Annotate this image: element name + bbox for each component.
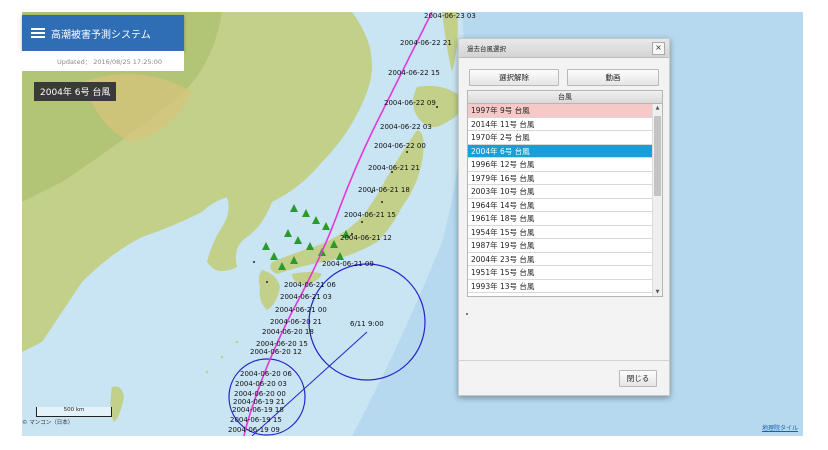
scroll-up-icon[interactable]: ▲	[653, 104, 662, 112]
map-view[interactable]: 2004-06-23 03 2004-06-22 21 2004-06-22 15 2…	[22, 12, 803, 436]
storm-label: 2004年 6号 台風	[34, 82, 117, 101]
island	[205, 370, 209, 374]
track-label: 2004-06-19 18	[232, 406, 284, 414]
dialog-titlebar[interactable]: 過去台風選択 ×	[459, 39, 669, 58]
island	[220, 355, 224, 359]
app-title: 高潮被害予測システム	[51, 29, 151, 41]
list-header: 台風	[468, 91, 662, 104]
dialog-footer: 閉じる	[459, 360, 669, 395]
list-item[interactable]: 1970年 2号 台風	[468, 131, 652, 145]
track-label: 2004-06-19 09	[228, 426, 280, 434]
close-button[interactable]: 閉じる	[619, 370, 657, 387]
track-label: 2004-06-19 21	[233, 398, 285, 406]
list-item[interactable]: 1987年 19号 台風	[468, 239, 652, 253]
track-label: 2004-06-22 15	[388, 69, 440, 77]
track-label: 2004-06-21 06	[284, 281, 336, 289]
track-label: 2004-06-22 09	[384, 99, 436, 107]
track-label: 2004-06-21 18	[358, 186, 410, 194]
list-item[interactable]: 2004年 23号 台風	[468, 253, 652, 266]
track-label: 2004-06-21 15	[344, 211, 396, 219]
track-label: 2004-06-21 09	[322, 260, 374, 268]
circle-label: 6/11 9:00	[350, 320, 384, 328]
list-item[interactable]: 1951年 15号 台風	[468, 266, 652, 280]
list-scrollbar[interactable]: ▲ ▼	[652, 104, 662, 296]
track-label: 2004-06-20 15	[256, 340, 308, 348]
list-item[interactable]: 1996年 12号 台風	[468, 158, 652, 172]
map-attribution: © マンコン（日本）	[22, 420, 74, 426]
track-label: 2004-06-23 03	[424, 12, 476, 20]
scale-bar: 500 km	[36, 407, 112, 417]
track-label: 2004-06-20 03	[235, 380, 287, 388]
list-item[interactable]: 1954年 15号 台風	[468, 226, 652, 239]
app-header: 高潮被害予測システム	[22, 15, 184, 51]
list-item[interactable]: 1979年 16号 台風	[468, 172, 652, 185]
scroll-down-icon[interactable]: ▼	[653, 288, 662, 296]
track-label: 2004-06-20 18	[262, 328, 314, 336]
track-label: 2004-06-19 15	[230, 416, 282, 424]
track-label: 2004-06-20 21	[270, 318, 322, 326]
map-canvas[interactable]: 2004-06-23 03 2004-06-22 21 2004-06-22 15 2…	[22, 12, 803, 436]
source-link[interactable]: 地理院タイル	[762, 423, 798, 432]
track-label: 2004-06-20 12	[250, 348, 302, 356]
typhoon-select-dialog: 過去台風選択 × 選択解除 動画 台風 1997年 9号 台風 2014年 11…	[458, 38, 670, 396]
track-label: 2004-06-21 21	[368, 164, 420, 172]
track-label: 2004-06-22 03	[380, 123, 432, 131]
scrollbar-thumb[interactable]	[654, 116, 661, 196]
track-label: 2004-06-20 00	[234, 390, 286, 398]
marker-dot	[466, 313, 468, 315]
track-label: 2004-06-21 00	[275, 306, 327, 314]
list-item[interactable]: 1961年 18号 台風	[468, 212, 652, 226]
hamburger-menu-icon[interactable]	[31, 28, 45, 38]
typhoon-list[interactable]: 台風 1997年 9号 台風 2014年 11号 台風 1970年 2号 台風 …	[467, 90, 663, 297]
updated-timestamp: Updated： 2016/08/25 17:25:00	[22, 51, 184, 71]
track-label: 2004-06-20 06	[240, 370, 292, 378]
list-item[interactable]: 1964年 14号 台風	[468, 199, 652, 212]
island	[235, 340, 239, 344]
list-item[interactable]: 2014年 11号 台風	[468, 118, 652, 131]
deselect-button[interactable]: 選択解除	[469, 69, 559, 86]
track-label: 2004-06-22 00	[374, 142, 426, 150]
track-label: 2004-06-22 21	[400, 39, 452, 47]
close-icon[interactable]: ×	[652, 42, 665, 55]
list-item[interactable]: 1997年 9号 台風	[468, 104, 652, 118]
dialog-title: 過去台風選択	[467, 45, 506, 53]
list-item[interactable]: 1993年 13号 台風	[468, 280, 652, 293]
track-label: 2004-06-21 03	[280, 293, 332, 301]
track-label: 2004-06-21 12	[340, 234, 392, 242]
list-item[interactable]: 2003年 10号 台風	[468, 185, 652, 199]
list-item-selected[interactable]: 2004年 6号 台風	[468, 144, 652, 158]
animate-button[interactable]: 動画	[567, 69, 659, 86]
